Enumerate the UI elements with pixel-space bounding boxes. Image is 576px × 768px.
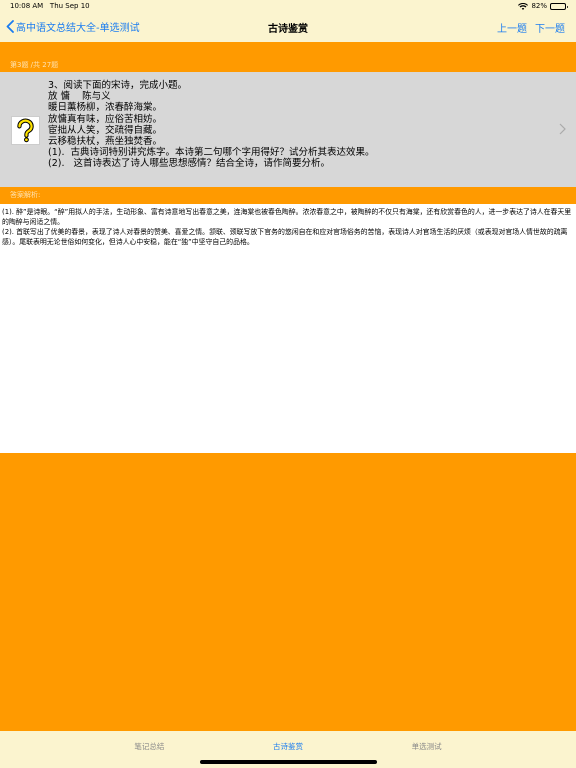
question-text: 3、阅读下面的宋诗，完成小题。 放 慵 陈与义 暖日薰杨柳，浓春醉海棠。 放慵真… [48, 80, 375, 170]
bottom-banner [0, 453, 576, 731]
navigation-bar: 高中语文总结大全-单选测试 古诗鉴赏 上一题 下一题 [0, 13, 576, 42]
status-bar: 10:08 AM Thu Sep 10 82% [0, 0, 576, 13]
question-line: 放 慵 陈与义 [48, 91, 111, 103]
question-line: 宦拙从人笑，交疏得自藏。 [48, 124, 163, 136]
answer-paragraph: (2). 首联写出了优美的春景，表现了诗人对春景的赞美、喜爱之情。颔联、颈联写放… [2, 228, 568, 246]
header-spacer [0, 42, 576, 58]
question-line: (1). 古典诗词特别讲究炼字。本诗第二句哪个字用得好？试分析其表达效果。 [48, 147, 375, 159]
chevron-right-icon [559, 123, 566, 135]
tab-notes[interactable]: 笔记总结 [109, 741, 189, 768]
status-time-text: 10:08 AM [10, 2, 44, 10]
status-date-text: Thu Sep 10 [49, 2, 90, 10]
tab-quiz[interactable]: 单选测试 [387, 741, 467, 768]
answer-paragraph: (1). 醉”是诗眼。“醉”用拟人的手法，生动形象、富有诗意地写出春意之美，连海… [2, 208, 572, 226]
prev-question-button[interactable]: 上一题 [497, 20, 527, 35]
question-counter: 第3题 /共 27题 [0, 58, 576, 72]
battery-percent: 82% [531, 2, 547, 10]
question-line: 3、阅读下面的宋诗，完成小题。 [48, 80, 188, 91]
home-indicator [200, 760, 377, 764]
question-mark-icon [11, 116, 40, 145]
next-question-button[interactable]: 下一题 [535, 20, 565, 35]
page-title: 古诗鉴赏 [268, 24, 308, 35]
question-line: 云移稳扶杖，燕坐独焚香。 [48, 136, 163, 148]
top-bar: 10:08 AM Thu Sep 10 82% 高中语文总结大全-单选测试 古诗… [0, 0, 576, 42]
answer-label: 答案解析: [0, 187, 576, 204]
wifi-icon [518, 2, 529, 10]
question-line: (2). 这首诗表达了诗人哪些思想感情？结合全诗，请作简要分析。 [48, 158, 331, 170]
battery-icon [550, 3, 568, 10]
status-time: 10:08 AM Thu Sep 10 [10, 0, 90, 13]
nav-actions: 上一题 下一题 [497, 20, 565, 35]
question-card[interactable]: 3、阅读下面的宋诗，完成小题。 放 慵 陈与义 暖日薰杨柳，浓春醉海棠。 放慵真… [0, 72, 576, 187]
answer-body: (1). 醉”是诗眼。“醉”用拟人的手法，生动形象、富有诗意地写出春意之美，连海… [2, 207, 572, 247]
question-line: 暖日薰杨柳，浓春醉海棠。 [48, 102, 163, 114]
question-line: 放慵真有味，应俗苦相妨。 [48, 113, 163, 125]
status-right: 82% [518, 0, 568, 13]
